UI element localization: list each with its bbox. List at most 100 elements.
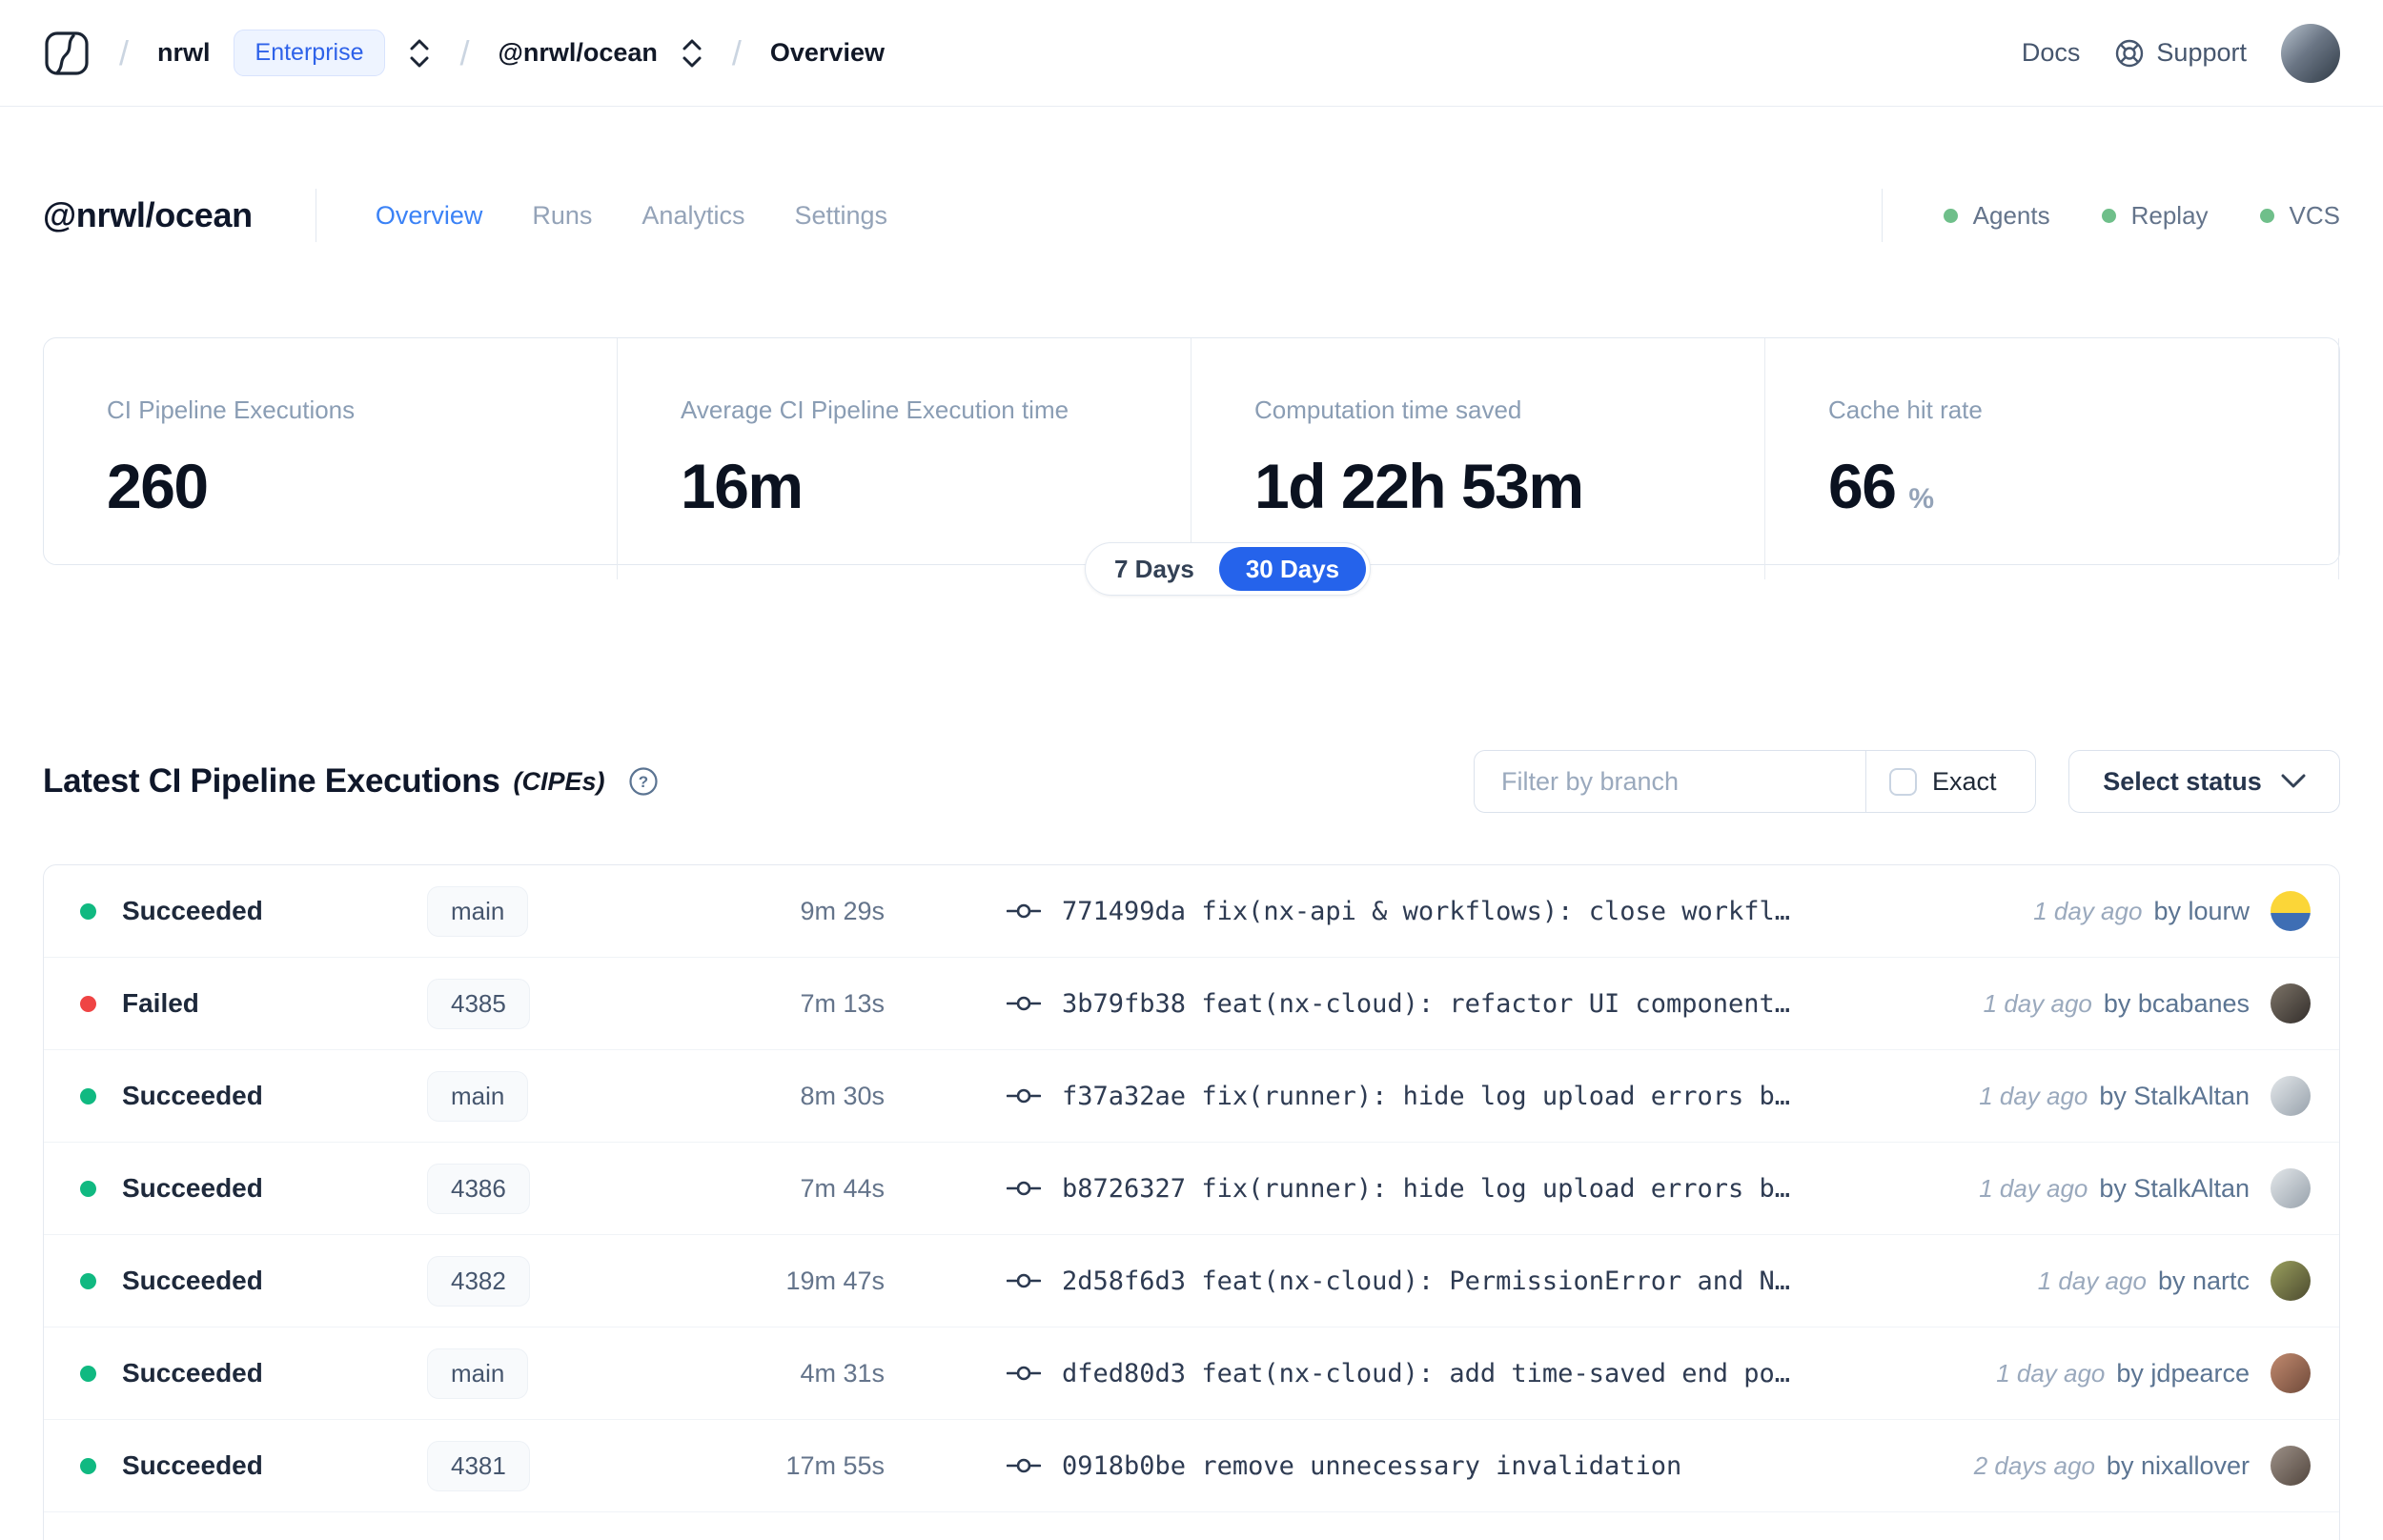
branch-badge: 4386 bbox=[427, 1163, 530, 1214]
status-dot-icon bbox=[80, 1272, 96, 1289]
commit-cell: 3b79fb38 feat(nx-cloud): refactor UI com… bbox=[1007, 989, 1984, 1019]
tab-settings[interactable]: Settings bbox=[794, 201, 887, 231]
duration: 9m 29s bbox=[800, 896, 885, 925]
commit-hash: f37a32ae bbox=[1062, 1081, 1187, 1111]
commit-text: dfed80d3 feat(nx-cloud): add time-saved … bbox=[1062, 1359, 1790, 1388]
row-meta: 1 day ago by bcabanes bbox=[1984, 983, 2311, 1023]
git-commit-icon bbox=[1007, 1366, 1041, 1381]
duration: 8m 30s bbox=[800, 1081, 885, 1110]
breadcrumb-separator: / bbox=[731, 32, 742, 72]
docs-link[interactable]: Docs bbox=[2022, 38, 2081, 68]
org-switcher-button[interactable] bbox=[408, 37, 431, 70]
commit-message: feat(nx-cloud): PermissionError and N… bbox=[1201, 1266, 1791, 1296]
question-circle-icon: ? bbox=[628, 767, 658, 796]
commit-cell: 2d58f6d3 feat(nx-cloud): PermissionError… bbox=[1007, 1266, 2038, 1296]
status-vcs[interactable]: VCS bbox=[2259, 200, 2340, 231]
support-link[interactable]: Support bbox=[2114, 38, 2247, 69]
workspace-tabs: Overview Runs Analytics Settings bbox=[376, 201, 887, 231]
cipe-status: Failed bbox=[122, 988, 199, 1018]
support-label: Support bbox=[2156, 38, 2247, 67]
cipe-row[interactable]: Succeeded main 9m 29s 771499da fix(nx-ap… bbox=[44, 865, 2339, 958]
commit-cell: f37a32ae fix(runner): hide log upload er… bbox=[1007, 1082, 1979, 1111]
branch-cell: 4385 bbox=[427, 978, 639, 1029]
cipe-row[interactable]: Succeeded 4381 17m 55s 0918b0be remove u… bbox=[44, 1420, 2339, 1512]
breadcrumb-separator: / bbox=[459, 32, 470, 72]
cipe-row[interactable]: Succeeded 4382 19m 47s 2d58f6d3 feat(nx-… bbox=[44, 1235, 2339, 1327]
row-meta: 2 days ago by nixallover bbox=[1974, 1446, 2311, 1486]
row-meta: 1 day ago by StalkAltan bbox=[1979, 1076, 2311, 1116]
status-label: Agents bbox=[1972, 200, 2050, 230]
range-7-days-button[interactable]: 7 Days bbox=[1090, 555, 1219, 584]
tab-overview[interactable]: Overview bbox=[376, 201, 483, 231]
status-dot-icon bbox=[80, 1457, 96, 1474]
stat-ci-pipeline-executions: CI Pipeline Executions 260 bbox=[44, 338, 618, 579]
commit-text: 3b79fb38 feat(nx-cloud): refactor UI com… bbox=[1062, 989, 1790, 1019]
breadcrumb-workspace[interactable]: @nrwl/ocean bbox=[499, 38, 658, 68]
author-avatar bbox=[2271, 1446, 2311, 1486]
breadcrumb: / nrwl Enterprise / @nrwl/ocean / Overvi… bbox=[43, 30, 885, 77]
cipe-row[interactable]: Succeeded main 8m 30s f37a32ae fix(runne… bbox=[44, 1050, 2339, 1143]
git-commit-icon bbox=[1007, 1181, 1041, 1196]
status-agents[interactable]: Agents bbox=[1943, 200, 2050, 231]
cipes-controls: Exact Select status bbox=[1474, 750, 2340, 813]
cipe-status: Succeeded bbox=[122, 896, 263, 925]
branch-filter-input[interactable] bbox=[1475, 751, 1866, 812]
duration: 19m 47s bbox=[785, 1266, 885, 1295]
commit-text: 771499da fix(nx-api & workflows): close … bbox=[1062, 897, 1790, 926]
user-avatar[interactable] bbox=[2281, 23, 2340, 83]
tab-analytics[interactable]: Analytics bbox=[642, 201, 744, 231]
workspace-switcher-button[interactable] bbox=[681, 37, 703, 70]
range-30-days-button[interactable]: 30 Days bbox=[1218, 547, 1367, 591]
stat-label: CI Pipeline Executions bbox=[107, 395, 356, 424]
cipe-status: Succeeded bbox=[122, 1173, 263, 1203]
online-dot-icon bbox=[1943, 208, 1958, 223]
branch-cell: 4386 bbox=[427, 1163, 639, 1214]
exact-checkbox[interactable] bbox=[1889, 767, 1917, 796]
enterprise-badge[interactable]: Enterprise bbox=[233, 30, 386, 76]
status-label: VCS bbox=[2289, 200, 2340, 230]
cipe-row[interactable]: Succeeded main 4m 31s dfed80d3 feat(nx-c… bbox=[44, 1327, 2339, 1420]
status-dot-icon bbox=[80, 1180, 96, 1197]
commit-text: 2d58f6d3 feat(nx-cloud): PermissionError… bbox=[1062, 1266, 1790, 1296]
row-meta: 1 day ago by nartc bbox=[2038, 1261, 2311, 1301]
time-ago: 1 day ago bbox=[1983, 988, 2092, 1018]
service-statuses: Agents Replay VCS bbox=[1881, 189, 2340, 242]
author: by bcabanes bbox=[2103, 988, 2250, 1018]
author: by nixallover bbox=[2106, 1450, 2250, 1480]
exact-toggle[interactable]: Exact bbox=[1866, 751, 2035, 812]
branch-badge: main bbox=[427, 1070, 529, 1122]
status-select-label: Select status bbox=[2103, 766, 2262, 796]
breadcrumb-org[interactable]: nrwl bbox=[157, 38, 211, 68]
help-icon[interactable]: ? bbox=[628, 766, 659, 797]
status-select-button[interactable]: Select status bbox=[2068, 750, 2340, 813]
chevron-up-down-icon bbox=[410, 39, 429, 67]
author: by StalkAltan bbox=[2099, 1081, 2250, 1110]
nx-cloud-logo[interactable] bbox=[43, 30, 91, 77]
cipe-status: Succeeded bbox=[122, 1081, 263, 1110]
git-commit-icon bbox=[1007, 903, 1041, 919]
branch-badge: main bbox=[427, 885, 529, 937]
tab-runs[interactable]: Runs bbox=[532, 201, 592, 231]
commit-hash: b8726327 bbox=[1062, 1173, 1187, 1204]
status-replay[interactable]: Replay bbox=[2101, 200, 2209, 231]
commit-message: remove unnecessary invalidation bbox=[1201, 1450, 1682, 1481]
nav-actions: Docs Support bbox=[2022, 23, 2340, 83]
cipes-section-header: Latest CI Pipeline Executions (CIPEs) ? … bbox=[43, 750, 2340, 813]
commit-cell: 771499da fix(nx-api & workflows): close … bbox=[1007, 897, 2033, 926]
page-title: @nrwl/ocean bbox=[43, 195, 253, 234]
cipe-row[interactable]: Failed 4385 7m 13s 3b79fb38 feat(nx-clou… bbox=[44, 958, 2339, 1050]
chevron-down-icon bbox=[2281, 774, 2306, 788]
time-ago: 2 days ago bbox=[1973, 1450, 2095, 1480]
author: by nartc bbox=[2157, 1266, 2250, 1295]
status-dot-icon bbox=[80, 1087, 96, 1104]
status-label: Replay bbox=[2130, 200, 2209, 230]
cipe-status: Succeeded bbox=[122, 1450, 263, 1480]
author-avatar bbox=[2271, 1353, 2311, 1393]
branch-cell: 4382 bbox=[427, 1255, 639, 1307]
git-commit-icon bbox=[1007, 1458, 1041, 1473]
cipe-row[interactable]: Succeeded 4386 7m 44s b8726327 fix(runne… bbox=[44, 1143, 2339, 1235]
commit-hash: 771499da bbox=[1062, 896, 1187, 926]
life-buoy-icon bbox=[2116, 39, 2144, 67]
duration: 7m 44s bbox=[800, 1173, 885, 1203]
stat-label: Cache hit rate bbox=[1828, 395, 1983, 424]
